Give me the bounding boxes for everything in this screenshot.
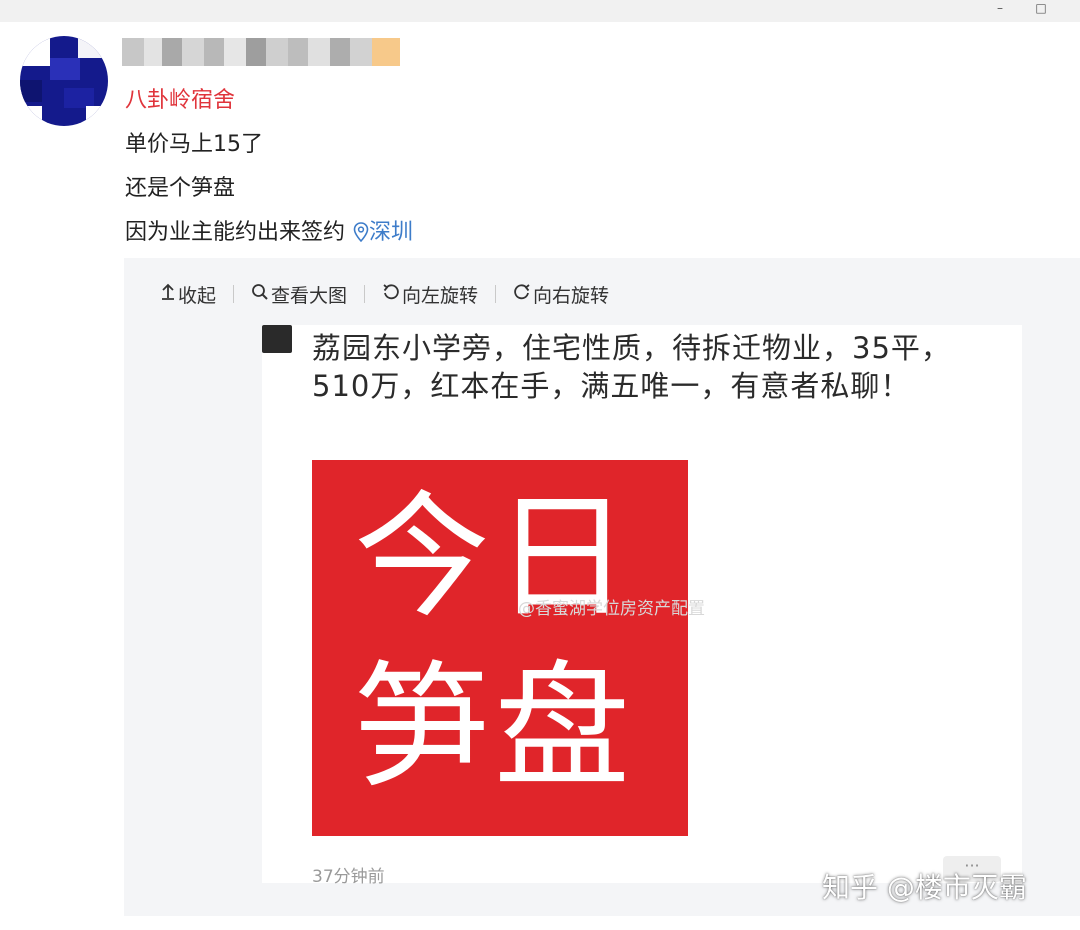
watermark: @香蜜湖学位房资产配置	[518, 599, 705, 619]
rotate-right-label: 向右旋转	[533, 284, 610, 307]
blurred-username	[122, 38, 400, 66]
maximize-icon[interactable]: □	[1026, 0, 1056, 20]
banner-image: 今日 笋盘	[312, 460, 688, 836]
arrow-up-icon	[160, 283, 176, 306]
minimize-icon[interactable]: –	[985, 0, 1015, 20]
toolbar-divider	[233, 285, 235, 303]
view-large-button[interactable]: 查看大图	[251, 281, 347, 308]
collapse-label: 收起	[178, 284, 217, 307]
collapse-button[interactable]: 收起	[160, 281, 216, 308]
post-line-3: 因为业主能约出来签约 深圳	[125, 214, 413, 248]
post-line-3-text: 因为业主能约出来签约	[125, 220, 346, 245]
rotate-right-icon	[513, 283, 531, 306]
post-line-2: 还是个笋盘	[125, 176, 236, 201]
rotate-right-button[interactable]: 向右旋转	[513, 281, 609, 308]
toolbar-divider	[364, 285, 366, 303]
image-toolbar: 收起 查看大图 向左旋转 向右旋转	[160, 280, 609, 308]
post-line-1: 单价马上15了	[125, 132, 263, 157]
group-name-link[interactable]: 八卦岭宿舍	[125, 82, 235, 114]
banner-line-2: 笋盘	[354, 649, 634, 807]
view-large-label: 查看大图	[271, 284, 348, 307]
window-titlebar: – □	[0, 0, 1080, 22]
rotate-left-icon	[382, 283, 400, 306]
toolbar-divider	[495, 285, 497, 303]
search-icon	[251, 283, 269, 306]
location-link[interactable]: 深圳	[369, 220, 413, 245]
card-avatar	[262, 325, 292, 353]
location-pin-icon	[353, 222, 369, 248]
attribution-watermark: 知乎 @楼市灭霸	[822, 871, 1027, 904]
rotate-left-button[interactable]: 向左旋转	[382, 281, 478, 308]
rotate-left-label: 向左旋转	[402, 284, 479, 307]
embedded-post-text: 荔园东小学旁，住宅性质，待拆迁物业，35平，510万，红本在手，满五唯一，有意者…	[312, 331, 951, 403]
avatar[interactable]	[20, 36, 108, 126]
timestamp: 37分钟前	[312, 867, 385, 887]
